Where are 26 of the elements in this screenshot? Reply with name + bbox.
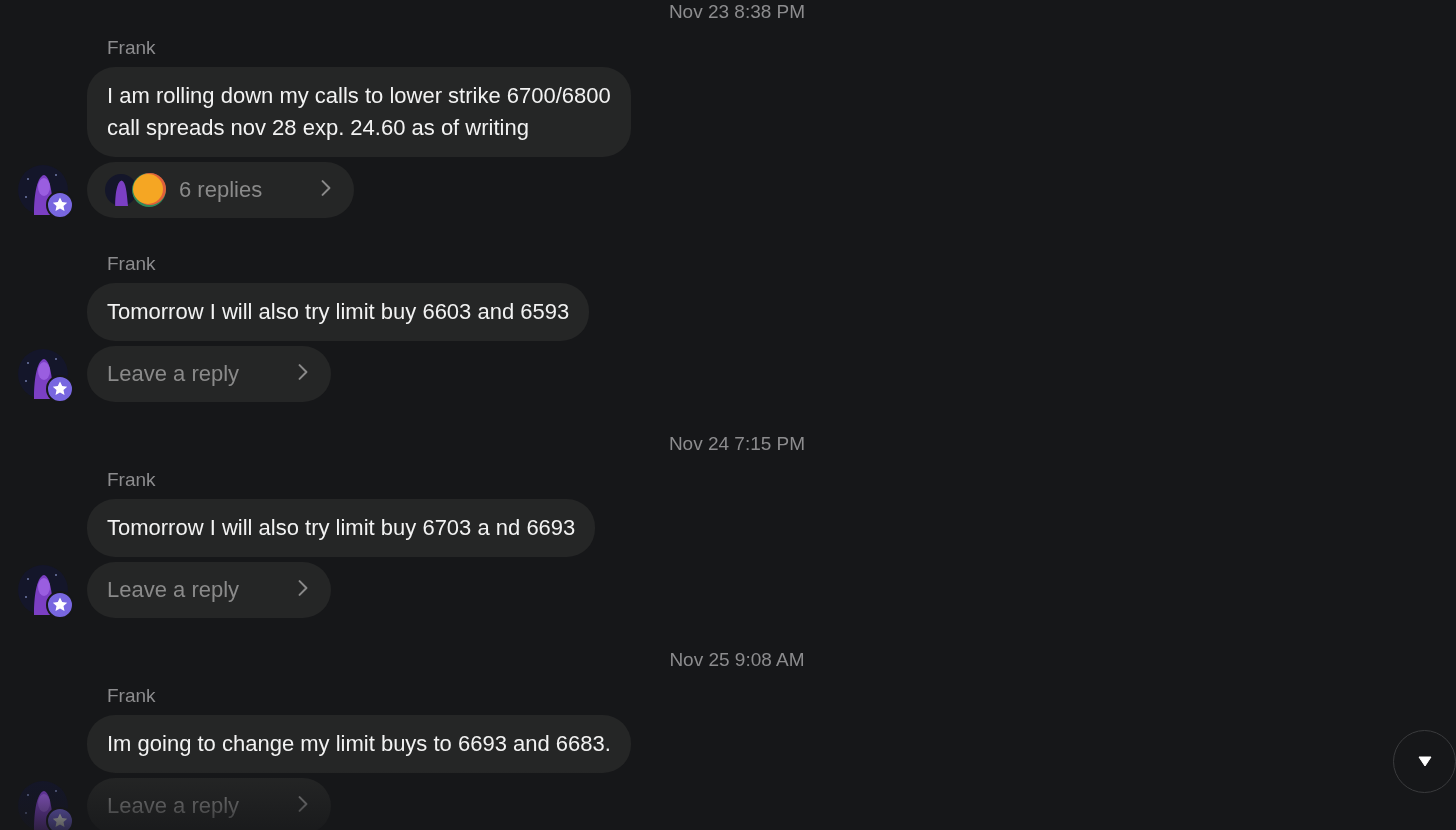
date-label: Nov 23 8:38 PM: [668, 2, 806, 22]
sender-name: Frank: [107, 686, 156, 706]
star-badge-icon: [46, 375, 74, 403]
star-badge-icon: [46, 591, 74, 619]
chevron-right-icon: [297, 363, 310, 381]
chevron-right-icon: [297, 795, 310, 813]
sender-name: Frank: [107, 470, 156, 490]
message-bubble: Tomorrow I will also try limit buy 6603 and 6593: [87, 283, 590, 341]
avatar-icon: [105, 174, 137, 206]
chevron-right-icon: [320, 179, 333, 197]
leave-reply-button[interactable]: Leave a reply: [87, 346, 332, 402]
date-label: Nov 25 9:08 AM: [669, 650, 805, 670]
message-bubble: I am rolling down my calls to lower strike 6700/6800 call spreads nov 28 exp. 24.60 as of writing: [87, 67, 631, 157]
sender-name: Frank: [107, 254, 156, 274]
message-bubble: Tomorrow I will also try limit buy 6703 a nd 6693: [87, 499, 596, 557]
star-badge-icon: [46, 191, 74, 219]
chevron-right-icon: [297, 579, 310, 597]
triangle-down-icon: [1417, 756, 1432, 767]
date-label: Nov 24 7:15 PM: [668, 434, 806, 454]
sender-name: Frank: [107, 38, 156, 58]
leave-reply-button[interactable]: Leave a reply: [87, 778, 332, 830]
leave-reply-button[interactable]: Leave a reply: [87, 562, 332, 618]
replies-button[interactable]: 6 replies: [87, 162, 355, 218]
star-badge-icon: [46, 807, 74, 830]
avatar-icon: [131, 172, 167, 208]
message-bubble: Im going to change my limit buys to 6693 and 6683.: [87, 715, 631, 773]
